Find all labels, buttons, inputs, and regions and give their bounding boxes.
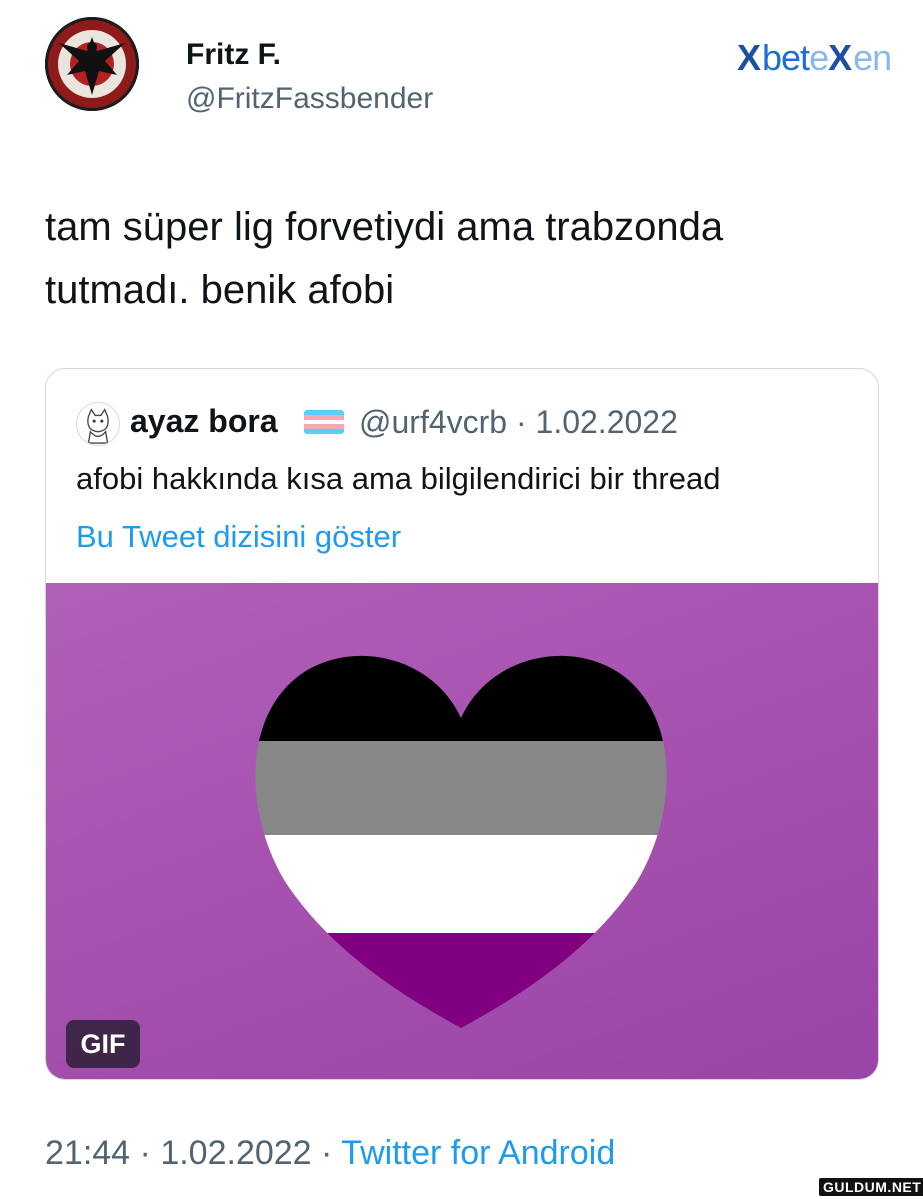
logo-word-part: en	[853, 37, 892, 78]
footer-separator: ·	[139, 1134, 151, 1172]
show-thread-link[interactable]: Bu Tweet dizisini göster	[76, 519, 401, 555]
tweet-text: tam süper lig forvetiydi ama trabzonda t…	[45, 205, 724, 312]
logo-word-part: X	[828, 37, 852, 78]
transgender-flag-icon	[304, 410, 344, 434]
quoted-tweet-text: afobi hakkında kısa ama bilgilendirici b…	[76, 461, 721, 496]
cat-sketch-icon	[77, 403, 119, 445]
gif-badge: GIF	[66, 1020, 140, 1068]
logo-mark: X	[737, 37, 761, 78]
author-handle[interactable]: @FritzFassbender	[186, 82, 433, 116]
betexen-logo: Xbet e Xen	[737, 37, 892, 79]
quoted-date: 1.02.2022	[535, 404, 678, 440]
footer-separator: ·	[321, 1134, 333, 1172]
quoted-media-gif[interactable]: GIF	[46, 583, 878, 1079]
tweet-time: 21:44	[45, 1134, 131, 1172]
quoted-tweet-card[interactable]: ayaz bora @urf4vcrb · 1.02.2022 afobi ha…	[45, 368, 879, 1080]
logo-word-part: bet	[762, 37, 810, 78]
tweet-footer: 21:44 · 1.02.2022 · Twitter for Android	[45, 1134, 615, 1173]
asexual-flag-heart-icon	[255, 655, 667, 1028]
quoted-author-handle: @urf4vcrb	[359, 404, 508, 440]
quoted-meta: @urf4vcrb · 1.02.2022	[359, 404, 678, 441]
quoted-author-avatar[interactable]	[76, 402, 120, 446]
author-avatar[interactable]	[45, 17, 139, 111]
quoted-author-name[interactable]: ayaz bora	[130, 403, 278, 440]
eagle-emblem-icon	[45, 17, 139, 111]
tweet-date: 1.02.2022	[160, 1134, 312, 1172]
logo-word-part: e	[809, 37, 829, 78]
meta-separator: ·	[515, 404, 527, 440]
tweet-source-link[interactable]: Twitter for Android	[341, 1134, 615, 1172]
site-watermark: GULDUM.NET	[819, 1178, 923, 1196]
author-name[interactable]: Fritz F.	[186, 38, 281, 72]
